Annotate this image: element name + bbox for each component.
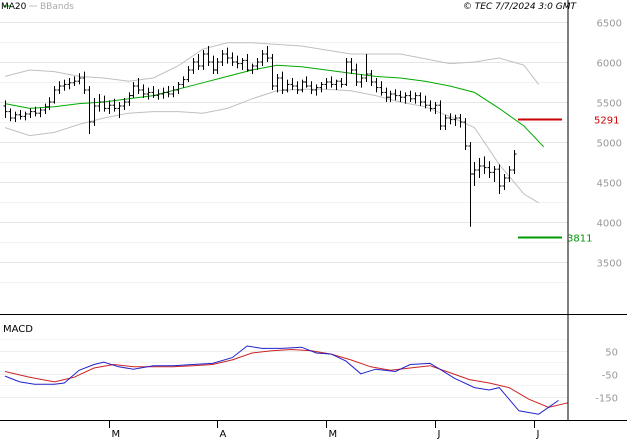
x-tick-label: J	[437, 429, 441, 440]
ma-legend-label: MA20	[1, 2, 27, 12]
x-tick-label: A	[220, 429, 227, 440]
price-tick-label: 4000	[597, 219, 622, 230]
macd-tick-label: -50	[602, 371, 618, 382]
price-tick-label: 6000	[597, 59, 622, 70]
source-label: © TEC 7/7/2024 3:0 GMT	[463, 2, 578, 12]
x-tick-label: M	[329, 429, 338, 440]
price-tick-label: 3500	[597, 259, 622, 270]
stock-chart: 52913811 3500400045005000550060006500 MA…	[0, 0, 627, 440]
price-tick-label: 6500	[597, 19, 622, 30]
price-tick-label: 5500	[597, 99, 622, 110]
resistance-label: 5291	[594, 116, 619, 127]
macd-tick-label: -150	[595, 394, 618, 405]
bb-legend-label: BBands	[40, 2, 74, 12]
macd-title: MACD	[3, 324, 33, 335]
macd-tick-label: 50	[605, 348, 618, 359]
support-label: 3811	[567, 234, 592, 245]
price-tick-label: 5000	[597, 139, 622, 150]
x-tick-label: M	[112, 429, 121, 440]
x-tick-label: J	[536, 429, 540, 440]
price-tick-label: 4500	[597, 179, 622, 190]
